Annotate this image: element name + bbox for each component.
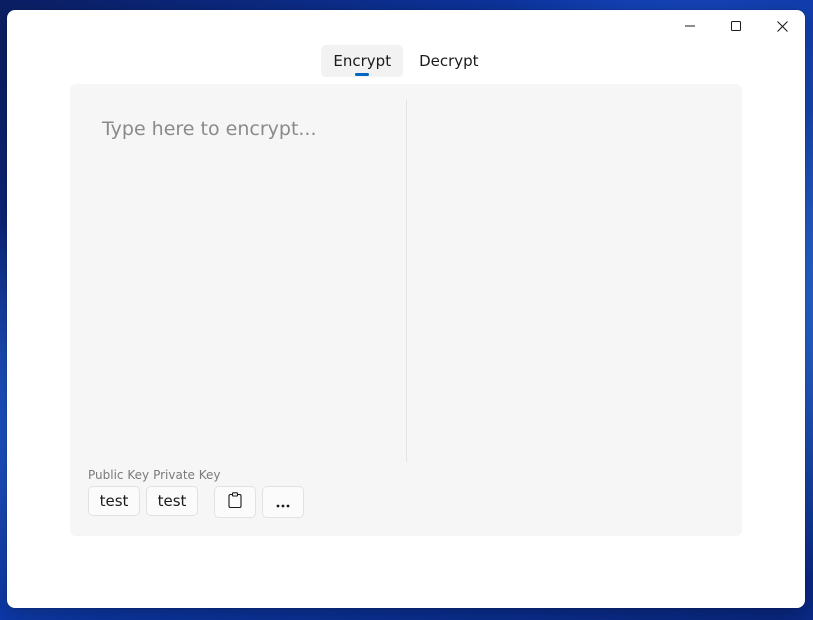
tab-decrypt-label: Decrypt — [419, 52, 479, 70]
copy-to-clipboard-button[interactable] — [214, 486, 256, 518]
key-controls: test test — [88, 486, 304, 518]
mode-tabs: Encrypt Decrypt — [7, 45, 805, 77]
more-options-icon — [276, 493, 290, 512]
maximize-icon — [731, 21, 741, 31]
clipboard-icon — [228, 492, 242, 512]
tab-selected-indicator — [355, 73, 370, 76]
minimize-icon — [685, 21, 695, 31]
ciphertext-output — [407, 100, 725, 462]
minimize-button[interactable] — [667, 10, 713, 42]
private-key-value: test — [157, 492, 187, 510]
tab-encrypt[interactable]: Encrypt — [321, 45, 404, 77]
encrypt-panel: Type here to encrypt... Public Key Priva… — [70, 84, 742, 536]
maximize-button[interactable] — [713, 10, 759, 42]
close-button[interactable] — [759, 10, 805, 42]
plaintext-input[interactable]: Type here to encrypt... — [88, 100, 407, 462]
key-labels: Public Key Private Key — [88, 468, 221, 482]
plaintext-placeholder: Type here to encrypt... — [102, 118, 317, 140]
window-caption-controls — [667, 10, 805, 42]
app-window: Encrypt Decrypt Type here to encrypt... … — [7, 10, 805, 608]
public-key-selector[interactable]: test — [88, 486, 140, 516]
public-key-label: Public Key — [88, 468, 150, 482]
private-key-label: Private Key — [153, 468, 221, 482]
tab-decrypt[interactable]: Decrypt — [407, 45, 490, 77]
more-options-button[interactable] — [262, 486, 304, 518]
tab-encrypt-label: Encrypt — [333, 52, 392, 70]
private-key-selector[interactable]: test — [146, 486, 198, 516]
public-key-value: test — [99, 492, 129, 510]
close-icon — [776, 20, 788, 32]
